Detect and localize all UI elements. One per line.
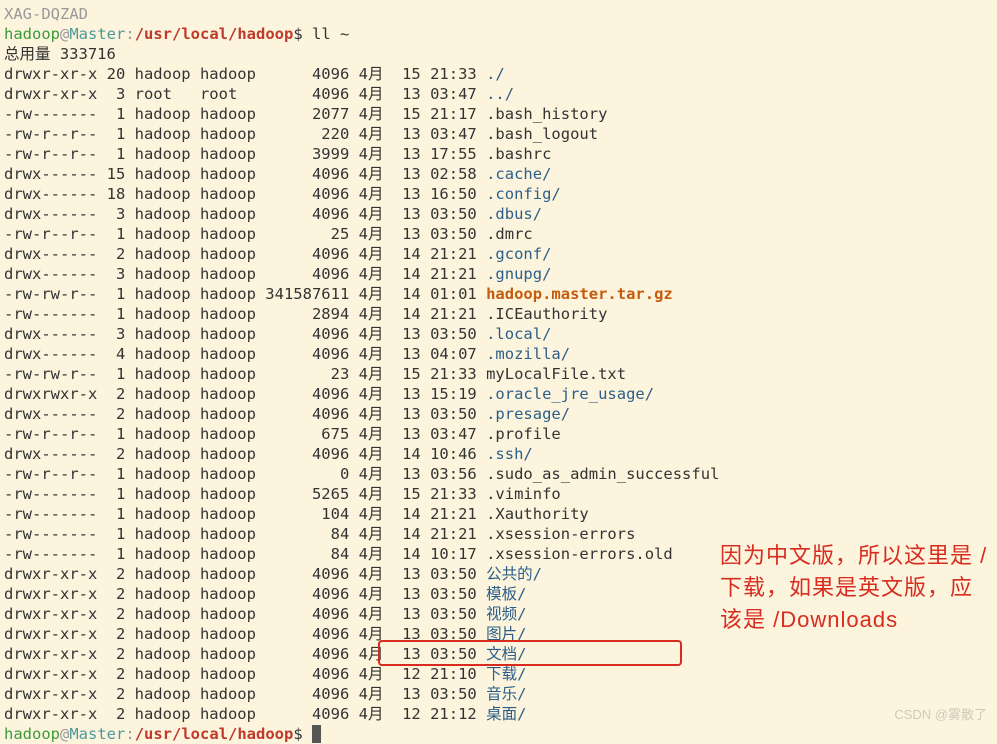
annotation-text: 因为中文版，所以这里是 /下载，如果是英文版，应该是 /Downloads	[720, 540, 990, 636]
watermark: CSDN @雾散了	[894, 705, 987, 725]
